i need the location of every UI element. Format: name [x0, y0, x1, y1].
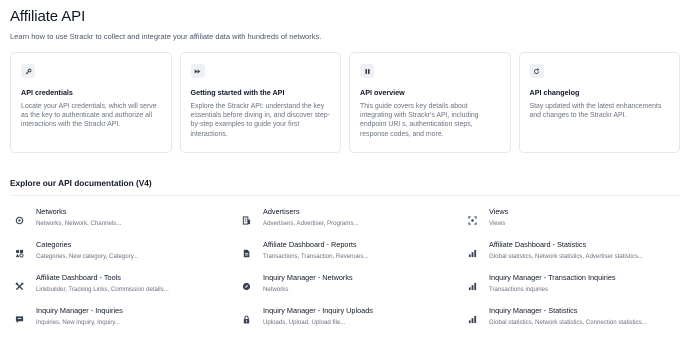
doc-item-dashboard-reports[interactable]: Affiliate Dashboard - Reports Transactio… — [237, 236, 463, 269]
doc-item-subtitle: Advertisers, Advertiser, Programs... — [263, 220, 359, 227]
card-description: Stay updated with the latest enhancement… — [529, 103, 662, 120]
section-title: Explore our API documentation (V4) — [10, 178, 152, 188]
doc-item-title: Categories — [36, 240, 72, 249]
doc-item-categories[interactable]: Categories Categories, New category, Cat… — [10, 236, 237, 269]
networks-icon — [10, 207, 36, 230]
card-title: API overview — [360, 88, 405, 97]
doc-item-subtitle: Linkbuilder, Tracking Links, Commission … — [36, 286, 169, 293]
doc-item-subtitle: Inquiries, New inquiry, Inquiry... — [36, 319, 121, 326]
doc-item-title: Advertisers — [263, 207, 300, 216]
doc-item-subtitle: Transactions inquiries — [489, 286, 549, 293]
categories-icon — [10, 240, 36, 263]
chat-icon — [10, 306, 36, 329]
doc-item-title: Affiliate Dashboard - Reports — [263, 240, 357, 249]
doc-item-title: Inquiry Manager - Networks — [263, 273, 353, 282]
doc-item-dashboard-statistics[interactable]: Affiliate Dashboard - Statistics Global … — [463, 236, 680, 269]
pause-bars-icon — [360, 64, 374, 78]
bar-chart-icon — [463, 240, 489, 263]
doc-item-dashboard-tools[interactable]: Affiliate Dashboard - Tools Linkbuilder,… — [10, 269, 237, 302]
docs-grid: Networks Networks, Network, Channels... … — [10, 203, 680, 335]
divider — [10, 195, 680, 196]
card-getting-started[interactable]: Getting started with the API Explore the… — [179, 52, 341, 153]
doc-item-title: Inquiry Manager - Inquiries — [36, 306, 123, 315]
doc-item-title: Inquiry Manager - Transaction Inquiries — [489, 273, 616, 282]
doc-item-subtitle: Networks — [263, 286, 289, 293]
refresh-icon — [529, 64, 544, 78]
compass-icon — [237, 273, 263, 296]
bar-chart-icon — [463, 306, 489, 329]
doc-item-inquiry-transactions[interactable]: Inquiry Manager - Transaction Inquiries … — [463, 269, 680, 302]
doc-item-title: Affiliate Dashboard - Statistics — [489, 240, 587, 249]
doc-item-inquiry-inquiries[interactable]: Inquiry Manager - Inquiries Inquiries, N… — [10, 302, 237, 335]
doc-item-title: Inquiry Manager - Inquiry Uploads — [263, 306, 373, 315]
doc-item-subtitle: Views — [489, 220, 506, 227]
fast-forward-icon — [190, 64, 205, 78]
doc-item-title: Inquiry Manager - Statistics — [489, 306, 578, 315]
card-title: API credentials — [21, 88, 73, 97]
tools-icon — [10, 273, 36, 296]
card-api-overview[interactable]: API overview This guide covers key detai… — [349, 52, 511, 153]
doc-item-title: Networks — [36, 207, 67, 216]
doc-item-inquiry-statistics[interactable]: Inquiry Manager - Statistics Global stat… — [463, 302, 680, 335]
key-icon — [21, 64, 35, 78]
bar-chart-icon — [463, 273, 489, 296]
doc-item-views[interactable]: Views Views — [463, 203, 680, 236]
card-api-credentials[interactable]: API credentials Locate your API credenti… — [10, 52, 172, 153]
card-title: API changelog — [529, 88, 580, 97]
doc-item-inquiry-uploads[interactable]: Inquiry Manager - Inquiry Uploads Upload… — [237, 302, 463, 335]
doc-item-subtitle: Global statistics, Network statistics, A… — [489, 253, 644, 260]
page-title: Affiliate API — [10, 8, 86, 25]
card-description: This guide covers key details about inte… — [360, 103, 479, 138]
doc-item-subtitle: Networks, Network, Channels... — [36, 220, 122, 227]
doc-item-networks[interactable]: Networks Networks, Network, Channels... — [10, 203, 237, 236]
doc-item-advertisers[interactable]: Advertisers Advertisers, Advertiser, Pro… — [237, 203, 463, 236]
doc-item-subtitle: Uploads, Upload, Upload file... — [263, 319, 346, 326]
doc-item-subtitle: Global statistics, Network statistics, C… — [489, 319, 647, 326]
card-api-changelog[interactable]: API changelog Stay updated with the late… — [518, 52, 680, 153]
doc-item-title: Views — [489, 207, 509, 216]
views-icon — [463, 207, 489, 230]
card-description: Explore the Strackr API: understand the … — [190, 103, 330, 138]
document-icon — [237, 240, 263, 263]
doc-item-subtitle: Transactions, Transaction, Revenues... — [263, 253, 369, 260]
upload-lock-icon — [237, 306, 263, 329]
advertisers-icon — [237, 207, 263, 230]
card-description: Locate your API credentials, which will … — [21, 103, 157, 129]
doc-item-title: Affiliate Dashboard - Tools — [36, 273, 121, 282]
guide-cards: API credentials Locate your API credenti… — [10, 52, 680, 153]
card-title: Getting started with the API — [190, 88, 285, 97]
page-subtitle: Learn how to use Strackr to collect and … — [10, 32, 322, 41]
doc-item-inquiry-networks[interactable]: Inquiry Manager - Networks Networks — [237, 269, 463, 302]
doc-item-subtitle: Categories, New category, Category... — [36, 253, 139, 260]
